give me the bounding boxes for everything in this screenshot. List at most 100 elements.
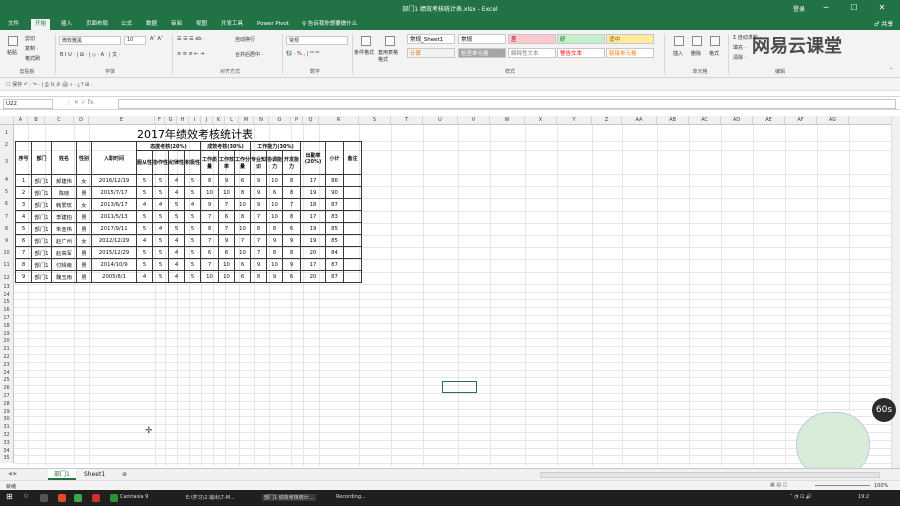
- table-cell[interactable]: 7: [234, 234, 251, 247]
- column-header[interactable]: D: [74, 116, 89, 125]
- row-header[interactable]: 18: [0, 322, 14, 331]
- name-box[interactable]: U22: [3, 99, 53, 109]
- table-cell[interactable]: 17: [300, 258, 326, 271]
- table-cell[interactable]: 部门1: [31, 198, 52, 211]
- copy-button[interactable]: 复制 ·: [25, 45, 38, 52]
- cell-style-option[interactable]: 适中: [606, 34, 654, 44]
- table-cell[interactable]: 5: [184, 270, 201, 283]
- cut-button[interactable]: 剪切: [25, 35, 35, 42]
- row-header[interactable]: 28: [0, 400, 14, 409]
- paste-button[interactable]: 粘贴: [7, 49, 17, 56]
- table-cell[interactable]: 部门1: [31, 186, 52, 199]
- table-cell[interactable]: 87: [325, 270, 344, 283]
- minimize-button[interactable]: ─: [818, 3, 834, 12]
- table-cell[interactable]: 9: [250, 174, 267, 187]
- taskbar-item-camtasia[interactable]: Camtasia 9: [120, 494, 148, 500]
- table-cell[interactable]: 5: [136, 246, 153, 259]
- table-cell[interactable]: 部门1: [31, 270, 52, 283]
- table-cell[interactable]: 7: [15, 246, 32, 259]
- column-header[interactable]: X: [525, 116, 557, 125]
- table-format-button[interactable]: 套用表格格式: [378, 49, 402, 63]
- formula-icons[interactable]: ⋮ ✕ ✓ fx: [66, 99, 93, 106]
- table-cell[interactable]: 10: [218, 258, 235, 271]
- table-cell[interactable]: 2014/10/9: [91, 258, 137, 271]
- row-header[interactable]: 26: [0, 385, 14, 393]
- table-cell[interactable]: 5: [184, 258, 201, 271]
- table-cell[interactable]: 8: [282, 210, 301, 223]
- table-cell[interactable]: 8: [282, 246, 301, 259]
- column-header[interactable]: Q: [303, 116, 319, 125]
- table-cell[interactable]: 19: [300, 186, 326, 199]
- row-header[interactable]: 1: [0, 125, 14, 141]
- column-header[interactable]: AF: [785, 116, 817, 125]
- table-format-icon[interactable]: [385, 36, 395, 46]
- formula-input[interactable]: [118, 99, 896, 109]
- cell-style-option[interactable]: 解释性文本: [508, 48, 556, 58]
- taskbar-item-excel[interactable]: 部门1 绩效考核统计...: [262, 494, 316, 501]
- table-cell[interactable]: 5: [15, 222, 32, 235]
- zoom-slider[interactable]: [815, 485, 870, 486]
- table-cell[interactable]: 部门1: [31, 210, 52, 223]
- column-header[interactable]: AE: [753, 116, 785, 125]
- column-header[interactable]: C: [45, 116, 74, 125]
- row-header[interactable]: 4: [0, 174, 14, 187]
- cell-style-option[interactable]: 检查单元格: [458, 48, 506, 58]
- table-cell[interactable]: 20: [300, 270, 326, 283]
- table-cell[interactable]: 7: [250, 246, 267, 259]
- column-header[interactable]: AC: [689, 116, 721, 125]
- table-cell[interactable]: 部门1: [31, 174, 52, 187]
- cell-style-option[interactable]: 差: [508, 34, 556, 44]
- table-cell[interactable]: 5: [152, 210, 169, 223]
- search-icon[interactable]: ○: [24, 493, 28, 499]
- taskbar-item-explorer[interactable]: E:\学习\2.输出\7-M...: [186, 494, 235, 501]
- sheet-tab-dept1[interactable]: 部门1: [48, 469, 76, 480]
- fill-button[interactable]: 填充 ·: [733, 44, 746, 51]
- table-cell[interactable]: 7: [282, 198, 301, 211]
- row-header[interactable]: 34: [0, 447, 14, 456]
- merge-center-button[interactable]: 合并后居中 ·: [235, 51, 263, 58]
- table-cell[interactable]: 李建柏: [51, 210, 77, 223]
- table-cell[interactable]: 4: [136, 198, 153, 211]
- table-cell[interactable]: 2005/8/1: [91, 270, 137, 283]
- table-cell[interactable]: 2012/12/29: [91, 234, 137, 247]
- maximize-button[interactable]: ☐: [846, 3, 862, 12]
- table-cell[interactable]: 9: [200, 198, 219, 211]
- row-header[interactable]: 7: [0, 210, 14, 223]
- row-header[interactable]: 2: [0, 141, 14, 150]
- header-cell[interactable]: 序号: [15, 141, 32, 175]
- taskbar-item-recording[interactable]: Recording...: [336, 494, 366, 500]
- table-cell[interactable]: 6: [218, 210, 235, 223]
- table-cell[interactable]: 5: [152, 270, 169, 283]
- table-cell[interactable]: 5: [152, 186, 169, 199]
- collapse-ribbon-icon[interactable]: ˄: [890, 68, 893, 74]
- table-cell[interactable]: 7: [200, 210, 219, 223]
- table-cell[interactable]: 2013/6/17: [91, 198, 137, 211]
- table-cell[interactable]: 男: [76, 222, 92, 235]
- header-cell[interactable]: 专业知识: [250, 150, 267, 175]
- table-cell[interactable]: 8: [234, 186, 251, 199]
- column-header[interactable]: AB: [657, 116, 689, 125]
- table-cell[interactable]: 9: [15, 270, 32, 283]
- row-header[interactable]: 31: [0, 424, 14, 432]
- column-header[interactable]: M: [239, 116, 254, 125]
- row-header[interactable]: 27: [0, 393, 14, 401]
- table-cell[interactable]: 4: [168, 258, 185, 271]
- table-cell[interactable]: 部门1: [31, 246, 52, 259]
- table-cell[interactable]: 6: [282, 270, 301, 283]
- table-cell[interactable]: 郝建伟: [51, 174, 77, 187]
- table-cell[interactable]: 6: [15, 234, 32, 247]
- table-cell[interactable]: 2016/12/19: [91, 174, 137, 187]
- header-cell[interactable]: 纪律性: [168, 150, 185, 175]
- row-header[interactable]: 32: [0, 432, 14, 440]
- table-cell[interactable]: 8: [200, 174, 219, 187]
- table-cell[interactable]: 19: [300, 222, 326, 235]
- table-cell[interactable]: 4: [168, 174, 185, 187]
- column-header[interactable]: B: [28, 116, 45, 125]
- column-header[interactable]: H: [177, 116, 189, 125]
- format-cells-button[interactable]: 格式: [709, 50, 719, 57]
- table-cell[interactable]: 10: [200, 270, 219, 283]
- table-cell[interactable]: 85: [325, 222, 344, 235]
- table-cell[interactable]: 5: [184, 210, 201, 223]
- table-cell[interactable]: 8: [266, 222, 283, 235]
- app-icon[interactable]: [74, 494, 82, 502]
